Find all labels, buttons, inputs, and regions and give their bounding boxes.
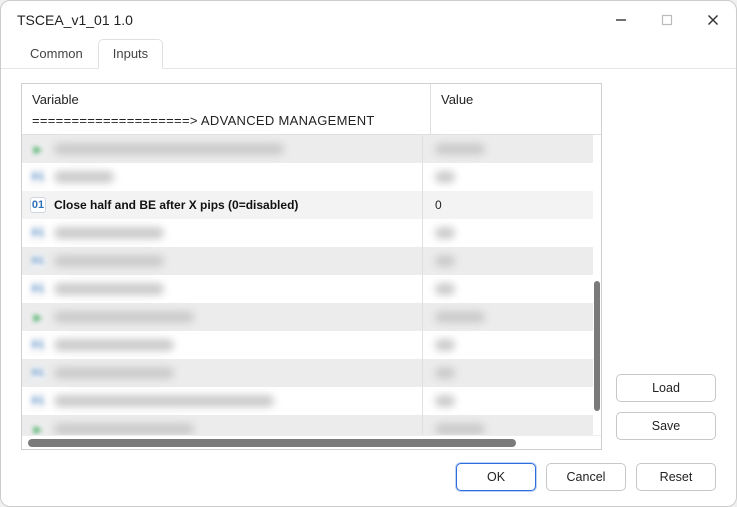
column-header-value[interactable]: Value	[431, 84, 601, 134]
table-body: ▶ 01 01 Close half and BE after X pips (0…	[22, 135, 601, 435]
close-icon	[707, 14, 719, 26]
table-row[interactable]: ▶	[22, 135, 593, 163]
close-button[interactable]	[690, 1, 736, 39]
horizontal-scrollbar-thumb[interactable]	[28, 439, 516, 447]
number-icon: 01	[30, 225, 46, 241]
content-area: Variable ====================> ADVANCED …	[1, 69, 736, 460]
number-icon: 01	[30, 197, 46, 213]
value-cell	[435, 143, 485, 155]
table-rows: ▶ 01 01 Close half and BE after X pips (0…	[22, 135, 593, 435]
variable-label	[54, 367, 174, 379]
tab-bar: Common Inputs	[1, 39, 736, 69]
number-icon: 01	[30, 365, 46, 381]
flag-icon: ▶	[30, 309, 46, 325]
table-row[interactable]: 01	[22, 275, 593, 303]
value-cell[interactable]: 0	[435, 198, 442, 212]
dialog-button-row: OK Cancel Reset	[1, 460, 736, 506]
column-header-variable-label: Variable	[32, 92, 420, 107]
tab-inputs[interactable]: Inputs	[98, 39, 163, 69]
column-header-variable[interactable]: Variable ====================> ADVANCED …	[22, 84, 431, 134]
variable-label	[54, 171, 114, 183]
value-cell	[435, 339, 455, 351]
dialog-window: TSCEA_v1_01 1.0 Common Inputs Variable =…	[0, 0, 737, 507]
variable-label	[54, 395, 274, 407]
save-button[interactable]: Save	[616, 412, 716, 440]
horizontal-scrollbar[interactable]	[22, 435, 601, 449]
table-row[interactable]: 01 Close half and BE after X pips (0=disa…	[22, 191, 593, 219]
reset-button[interactable]: Reset	[636, 463, 716, 491]
variable-label	[54, 143, 284, 155]
vertical-scrollbar-thumb[interactable]	[594, 281, 600, 411]
number-icon: 01	[30, 169, 46, 185]
maximize-button[interactable]	[644, 1, 690, 39]
minimize-button[interactable]	[598, 1, 644, 39]
value-cell	[435, 423, 485, 435]
load-button[interactable]: Load	[616, 374, 716, 402]
inputs-table: Variable ====================> ADVANCED …	[21, 83, 602, 450]
number-icon: 01	[30, 337, 46, 353]
table-row[interactable]: 01	[22, 359, 593, 387]
flag-icon: ▶	[30, 141, 46, 157]
number-icon: 01	[30, 281, 46, 297]
tab-common[interactable]: Common	[15, 39, 98, 69]
table-row[interactable]: ▶	[22, 415, 593, 435]
table-row[interactable]: 01	[22, 163, 593, 191]
number-icon: 01	[30, 253, 46, 269]
value-cell	[435, 395, 455, 407]
variable-label	[54, 423, 194, 435]
variable-label	[54, 283, 164, 295]
table-header: Variable ====================> ADVANCED …	[22, 84, 601, 135]
ok-button[interactable]: OK	[456, 463, 536, 491]
titlebar: TSCEA_v1_01 1.0	[1, 1, 736, 39]
section-heading: ====================> ADVANCED MANAGEMEN…	[32, 107, 420, 128]
table-row[interactable]: 01	[22, 219, 593, 247]
number-icon: 01	[30, 393, 46, 409]
variable-label	[54, 227, 164, 239]
value-cell	[435, 283, 455, 295]
table-row[interactable]: 01	[22, 387, 593, 415]
variable-label	[54, 311, 194, 323]
side-button-column: Load Save	[616, 83, 716, 450]
variable-label: Close half and BE after X pips (0=disabl…	[54, 198, 298, 212]
variable-label	[54, 255, 164, 267]
vertical-scrollbar[interactable]	[593, 135, 601, 435]
value-cell	[435, 367, 455, 379]
minimize-icon	[615, 14, 627, 26]
table-row[interactable]: ▶	[22, 303, 593, 331]
maximize-icon	[661, 14, 673, 26]
window-title: TSCEA_v1_01 1.0	[17, 12, 133, 28]
value-cell	[435, 171, 455, 183]
value-cell	[435, 311, 485, 323]
flag-icon: ▶	[30, 421, 46, 435]
variable-label	[54, 339, 174, 351]
value-cell	[435, 255, 455, 267]
table-row[interactable]: 01	[22, 331, 593, 359]
cancel-button[interactable]: Cancel	[546, 463, 626, 491]
table-row[interactable]: 01	[22, 247, 593, 275]
value-cell	[435, 227, 455, 239]
